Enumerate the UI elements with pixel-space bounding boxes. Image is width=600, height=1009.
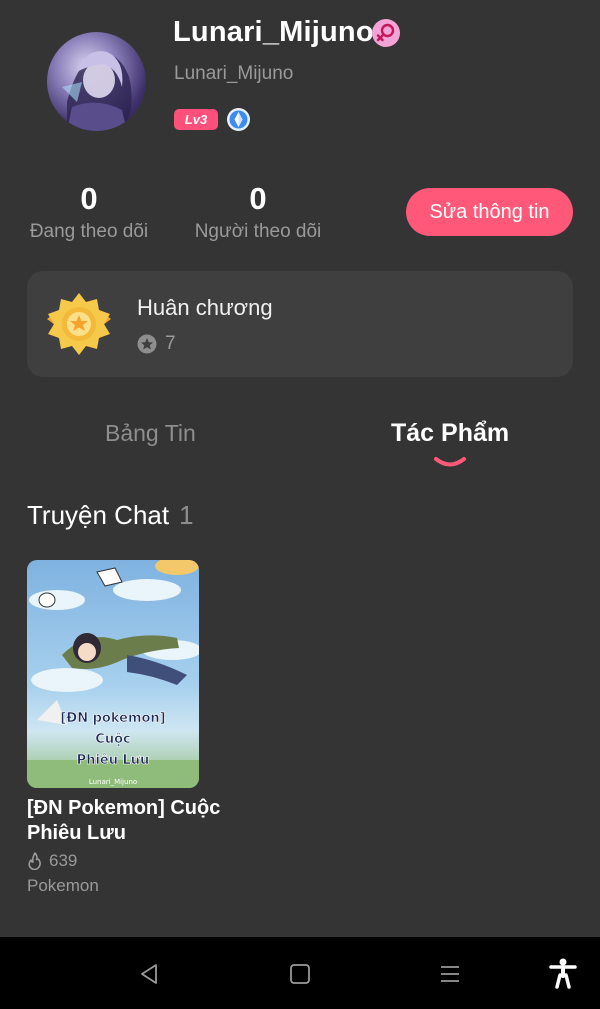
cover-title-line-2: Cuộc xyxy=(95,732,130,747)
tab-news-feed[interactable]: Bảng Tin xyxy=(105,420,196,447)
following-count: 0 xyxy=(80,181,98,216)
system-navigation-bar xyxy=(0,937,600,1009)
profile-handle: Lunari_Mijuno xyxy=(174,63,294,84)
cover-title-line-1: [ĐN pokemon] xyxy=(60,711,165,726)
cover-credit: Lunari_Mijuno xyxy=(89,778,137,786)
story-view-count: 639 xyxy=(49,851,78,870)
female-symbol-icon xyxy=(372,19,400,47)
following-label: Đang theo dõi xyxy=(29,221,149,242)
medal-icon xyxy=(43,289,115,361)
star-coin-icon xyxy=(137,334,157,354)
story-views: 639 xyxy=(27,851,77,871)
profile-username: Lunari_Mijuno xyxy=(173,16,374,48)
avatar[interactable] xyxy=(47,32,146,131)
level-badge: Lv3 xyxy=(174,109,218,130)
story-cover[interactable]: [ĐN pokemon] Cuộc Phiêu Lưu Lunari_Mijun… xyxy=(27,560,199,788)
followers-count: 0 xyxy=(249,181,267,216)
section-count: 1 xyxy=(179,500,194,530)
accessibility-icon[interactable] xyxy=(548,957,578,989)
menu-icon[interactable] xyxy=(437,961,463,987)
flame-icon xyxy=(28,852,41,870)
medal-title: Huân chương xyxy=(137,295,273,320)
followers-stat[interactable]: 0 Người theo dõi xyxy=(191,181,325,243)
cover-title-line-3: Phiêu Lưu xyxy=(77,753,150,768)
avatar-image xyxy=(62,51,132,131)
vip-badge-icon xyxy=(226,107,251,132)
home-icon[interactable] xyxy=(287,961,313,987)
profile-header: Lunari_Mijuno Lunari_Mijuno Lv3 xyxy=(0,0,600,160)
followers-label: Người theo dõi xyxy=(194,221,322,242)
back-icon[interactable] xyxy=(137,961,163,987)
story-cover-image: [ĐN pokemon] Cuộc Phiêu Lưu Lunari_Mijun… xyxy=(27,560,199,788)
edit-profile-button[interactable]: Sửa thông tin xyxy=(406,188,573,236)
medal-count-row: 7 xyxy=(137,333,176,355)
active-tab-indicator xyxy=(434,457,466,467)
following-stat[interactable]: 0 Đang theo dõi xyxy=(27,181,151,243)
medal-card[interactable]: Huân chương 7 xyxy=(27,271,573,377)
medal-count: 7 xyxy=(165,333,176,354)
section-title-label: Truyện Chat xyxy=(27,500,170,530)
story-category: Pokemon xyxy=(27,876,99,895)
story-title[interactable]: [ĐN Pokemon] Cuộc Phiêu Lưu xyxy=(27,796,227,846)
tab-works[interactable]: Tác Phẩm xyxy=(391,419,509,448)
section-title: Truyện Chat 1 xyxy=(27,500,194,531)
